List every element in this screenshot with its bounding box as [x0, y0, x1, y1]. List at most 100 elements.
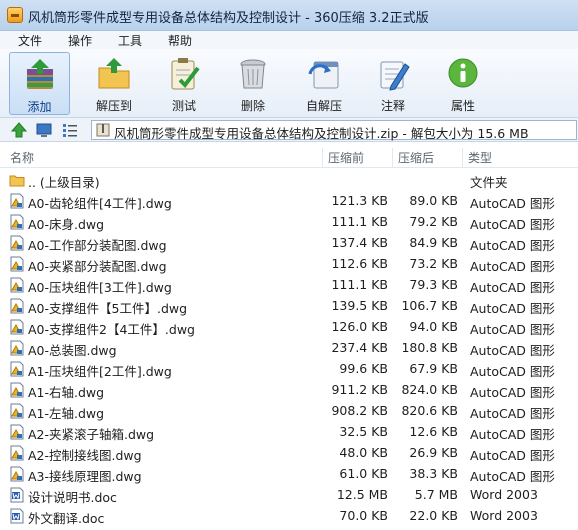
file-packed-size: 67.9 KB	[409, 361, 458, 376]
file-type: AutoCAD 图形	[470, 448, 555, 463]
menu-bar: 文件 操作 工具 帮助	[0, 31, 578, 49]
file-name: 设计说明书.doc	[28, 490, 117, 505]
menu-operation[interactable]: 操作	[68, 32, 92, 49]
file-row[interactable]: A1-左轴.dwg 908.2 KB 820.6 KB AutoCAD 图形	[0, 400, 578, 421]
column-header: 名称 压缩前 压缩后 类型	[0, 148, 578, 168]
word-file-icon	[10, 487, 24, 503]
file-type: AutoCAD 图形	[470, 406, 555, 421]
file-type: AutoCAD 图形	[470, 427, 555, 442]
file-type: AutoCAD 图形	[470, 385, 555, 400]
file-size: 111.1 KB	[331, 277, 388, 292]
file-size: 70.0 KB	[339, 508, 388, 523]
add-label: 添加	[27, 100, 52, 114]
file-name: A1-左轴.dwg	[28, 406, 105, 421]
column-name[interactable]: 名称	[5, 148, 323, 168]
file-row[interactable]: A0-夹紧部分装配图.dwg 112.6 KB 73.2 KB AutoCAD 图形	[0, 253, 578, 274]
file-name: A1-压块组件[2工件].dwg	[28, 364, 172, 379]
column-size[interactable]: 压缩前	[323, 148, 393, 168]
file-packed-size: 12.6 KB	[409, 424, 458, 439]
app-logo-icon	[7, 7, 23, 23]
file-type: AutoCAD 图形	[470, 259, 555, 274]
path-field[interactable]: 风机筒形零件成型专用设备总体结构及控制设计.zip - 解包大小为 15.6 M…	[91, 120, 577, 141]
file-row[interactable]: A2-控制接线图.dwg 48.0 KB 26.9 KB AutoCAD 图形	[0, 442, 578, 463]
file-row[interactable]: 设计说明书.doc 12.5 MB 5.7 MB Word 2003	[0, 484, 578, 505]
file-packed-size: 106.7 KB	[401, 298, 458, 313]
file-type: Word 2003	[470, 508, 538, 523]
dwg-file-icon	[10, 445, 24, 461]
menu-tools[interactable]: 工具	[118, 32, 142, 49]
file-size: 911.2 KB	[331, 382, 388, 397]
file-size: 137.4 KB	[331, 235, 388, 250]
file-packed-size: 79.2 KB	[409, 214, 458, 229]
file-name: .. (上级目录)	[28, 175, 100, 190]
file-row[interactable]: A1-右轴.dwg 911.2 KB 824.0 KB AutoCAD 图形	[0, 379, 578, 400]
file-size: 12.5 MB	[336, 487, 388, 502]
desktop-view-icon[interactable]	[36, 122, 52, 138]
test-button[interactable]: 测试	[156, 52, 212, 115]
file-packed-size: 79.3 KB	[409, 277, 458, 292]
zip-archive-icon	[96, 123, 110, 137]
dwg-file-icon	[10, 214, 24, 230]
file-name: A0-压块组件[3工件].dwg	[28, 280, 172, 295]
dwg-file-icon	[10, 298, 24, 314]
comment-button[interactable]: 注释	[365, 52, 421, 115]
file-row[interactable]: A0-压块组件[3工件].dwg 111.1 KB 79.3 KB AutoCAD 图…	[0, 274, 578, 295]
dwg-file-icon	[10, 235, 24, 251]
file-type: 文件夹	[470, 175, 508, 190]
file-name: A0-齿轮组件[4工件].dwg	[28, 196, 172, 211]
file-size: 99.6 KB	[339, 361, 388, 376]
file-packed-size: 824.0 KB	[401, 382, 458, 397]
comment-icon	[380, 61, 410, 91]
extract-to-button[interactable]: 解压到	[86, 52, 142, 115]
file-row[interactable]: A0-床身.dwg 111.1 KB 79.2 KB AutoCAD 图形	[0, 211, 578, 232]
list-view-icon[interactable]	[62, 122, 78, 138]
test-label: 测试	[171, 99, 196, 113]
toolbar: 添加 解压到 测试 删除 自解压 注释 属性	[0, 49, 578, 118]
file-size: 908.2 KB	[331, 403, 388, 418]
file-row[interactable]: A0-工作部分装配图.dwg 137.4 KB 84.9 KB AutoCAD 图形	[0, 232, 578, 253]
properties-button[interactable]: 属性	[435, 52, 491, 115]
window-title: 风机筒形零件成型专用设备总体结构及控制设计 - 360压缩 3.2正式版	[28, 11, 429, 26]
file-name: A0-支撑组件2【4工件】.dwg	[28, 322, 195, 337]
file-size: 139.5 KB	[331, 298, 388, 313]
file-row[interactable]: .. (上级目录) 文件夹	[0, 169, 578, 190]
file-size: 32.5 KB	[339, 424, 388, 439]
file-packed-size: 820.6 KB	[401, 403, 458, 418]
file-size: 48.0 KB	[339, 445, 388, 460]
file-packed-size: 73.2 KB	[409, 256, 458, 271]
address-bar: 风机筒形零件成型专用设备总体结构及控制设计.zip - 解包大小为 15.6 M…	[0, 118, 578, 142]
file-row[interactable]: A3-接线原理图.dwg 61.0 KB 38.3 KB AutoCAD 图形	[0, 463, 578, 484]
file-size: 121.3 KB	[331, 193, 388, 208]
file-name: A0-总装图.dwg	[28, 343, 117, 358]
info-icon	[448, 58, 478, 88]
file-packed-size: 38.3 KB	[409, 466, 458, 481]
self-extract-button[interactable]: 自解压	[294, 52, 354, 115]
dwg-file-icon	[10, 277, 24, 293]
file-row[interactable]: A2-夹紧滚子轴箱.dwg 32.5 KB 12.6 KB AutoCAD 图形	[0, 421, 578, 442]
file-row[interactable]: A0-总装图.dwg 237.4 KB 180.8 KB AutoCAD 图形	[0, 337, 578, 358]
file-type: Word 2003	[470, 487, 538, 502]
menu-file[interactable]: 文件	[18, 32, 42, 49]
file-row[interactable]: 外文翻译.doc 70.0 KB 22.0 KB Word 2003	[0, 505, 578, 526]
menu-help[interactable]: 帮助	[168, 32, 192, 49]
delete-button[interactable]: 删除	[225, 52, 281, 115]
dwg-file-icon	[10, 382, 24, 398]
file-size: 111.1 KB	[331, 214, 388, 229]
file-row[interactable]: A1-压块组件[2工件].dwg 99.6 KB 67.9 KB AutoCAD 图形	[0, 358, 578, 379]
properties-label: 属性	[450, 99, 475, 113]
file-type: AutoCAD 图形	[470, 280, 555, 295]
add-button[interactable]: 添加	[9, 52, 70, 115]
file-type: AutoCAD 图形	[470, 301, 555, 316]
column-packed[interactable]: 压缩后	[393, 148, 463, 168]
file-size: 112.6 KB	[331, 256, 388, 271]
file-name: A0-夹紧部分装配图.dwg	[28, 259, 167, 274]
file-row[interactable]: A0-支撑组件2【4工件】.dwg 126.0 KB 94.0 KB AutoCAD …	[0, 316, 578, 337]
up-arrow-icon[interactable]	[11, 122, 27, 138]
title-bar: 风机筒形零件成型专用设备总体结构及控制设计 - 360压缩 3.2正式版	[0, 0, 578, 31]
column-type[interactable]: 类型	[463, 148, 578, 168]
file-row[interactable]: A0-齿轮组件[4工件].dwg 121.3 KB 89.0 KB AutoCAD 图…	[0, 190, 578, 211]
file-packed-size: 94.0 KB	[409, 319, 458, 334]
file-row[interactable]: A0-支撑组件【5工件】.dwg 139.5 KB 106.7 KB AutoCAD …	[0, 295, 578, 316]
delete-label: 删除	[240, 99, 265, 113]
self-extract-label: 自解压	[305, 99, 342, 113]
